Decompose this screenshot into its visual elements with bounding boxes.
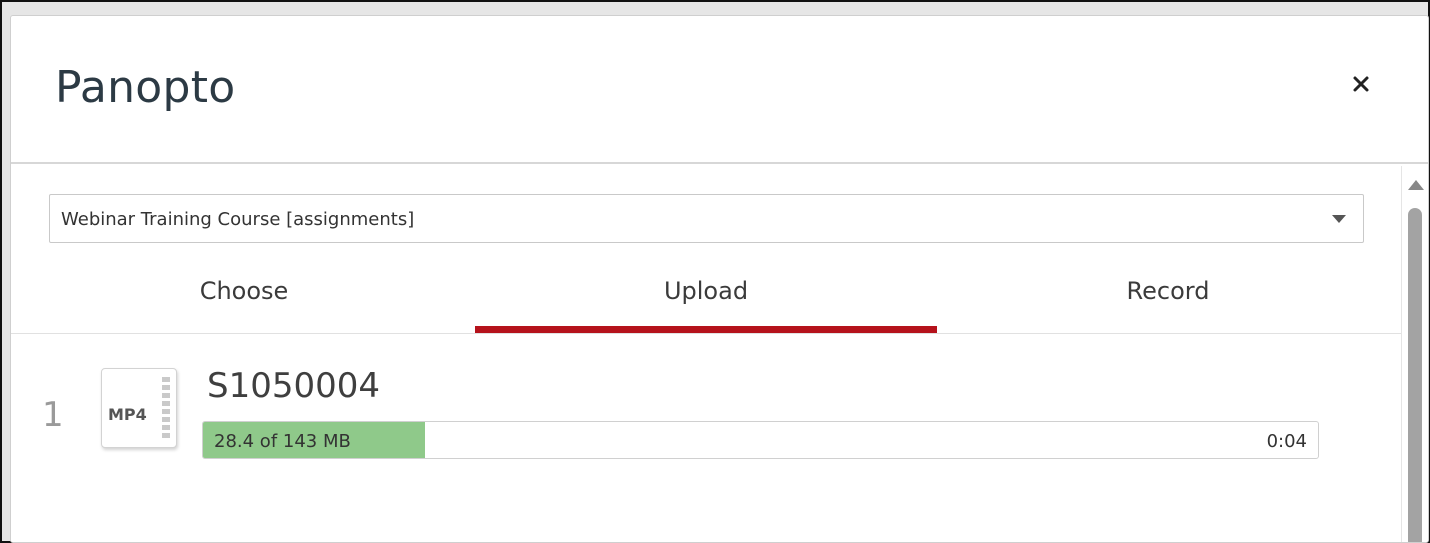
tab-record[interactable]: Record (937, 258, 1399, 334)
tab-upload[interactable]: Upload (475, 258, 937, 334)
dialog-content: Webinar Training Course [assignments] Ch… (11, 166, 1401, 542)
folder-select[interactable]: Webinar Training Course [assignments] (49, 194, 1364, 243)
upload-progress-bar: 28.4 of 143 MB 0:04 (202, 421, 1319, 459)
upload-elapsed-time: 0:04 (1266, 431, 1307, 452)
panopto-dialog: Panopto Webinar Training Course [assignm… (10, 15, 1429, 543)
app-frame: Panopto Webinar Training Course [assignm… (0, 0, 1430, 543)
scroll-up-arrow-icon[interactable] (1408, 180, 1424, 190)
tab-choose[interactable]: Choose (13, 258, 475, 334)
upload-list-item: 1 MP4 S1050004 28.4 of 143 MB 0:04 (11, 356, 1401, 466)
upload-progress-text: 28.4 of 143 MB (214, 431, 351, 452)
chevron-down-icon (1332, 215, 1346, 223)
video-file-icon: MP4 (101, 368, 177, 448)
dialog-header: Panopto (11, 16, 1428, 164)
tab-bar: Choose Upload Record (11, 258, 1401, 334)
close-button[interactable] (1344, 67, 1378, 101)
upload-file-name: S1050004 (207, 366, 381, 406)
active-tab-indicator (475, 326, 937, 333)
vertical-scrollbar[interactable] (1401, 166, 1428, 542)
dialog-title: Panopto (55, 62, 236, 113)
close-icon (1353, 76, 1369, 92)
folder-select-value: Webinar Training Course [assignments] (61, 209, 415, 230)
film-strip-icon (162, 377, 170, 439)
file-type-label: MP4 (108, 405, 147, 424)
upload-index: 1 (42, 395, 64, 435)
scrollbar-thumb[interactable] (1408, 208, 1422, 542)
